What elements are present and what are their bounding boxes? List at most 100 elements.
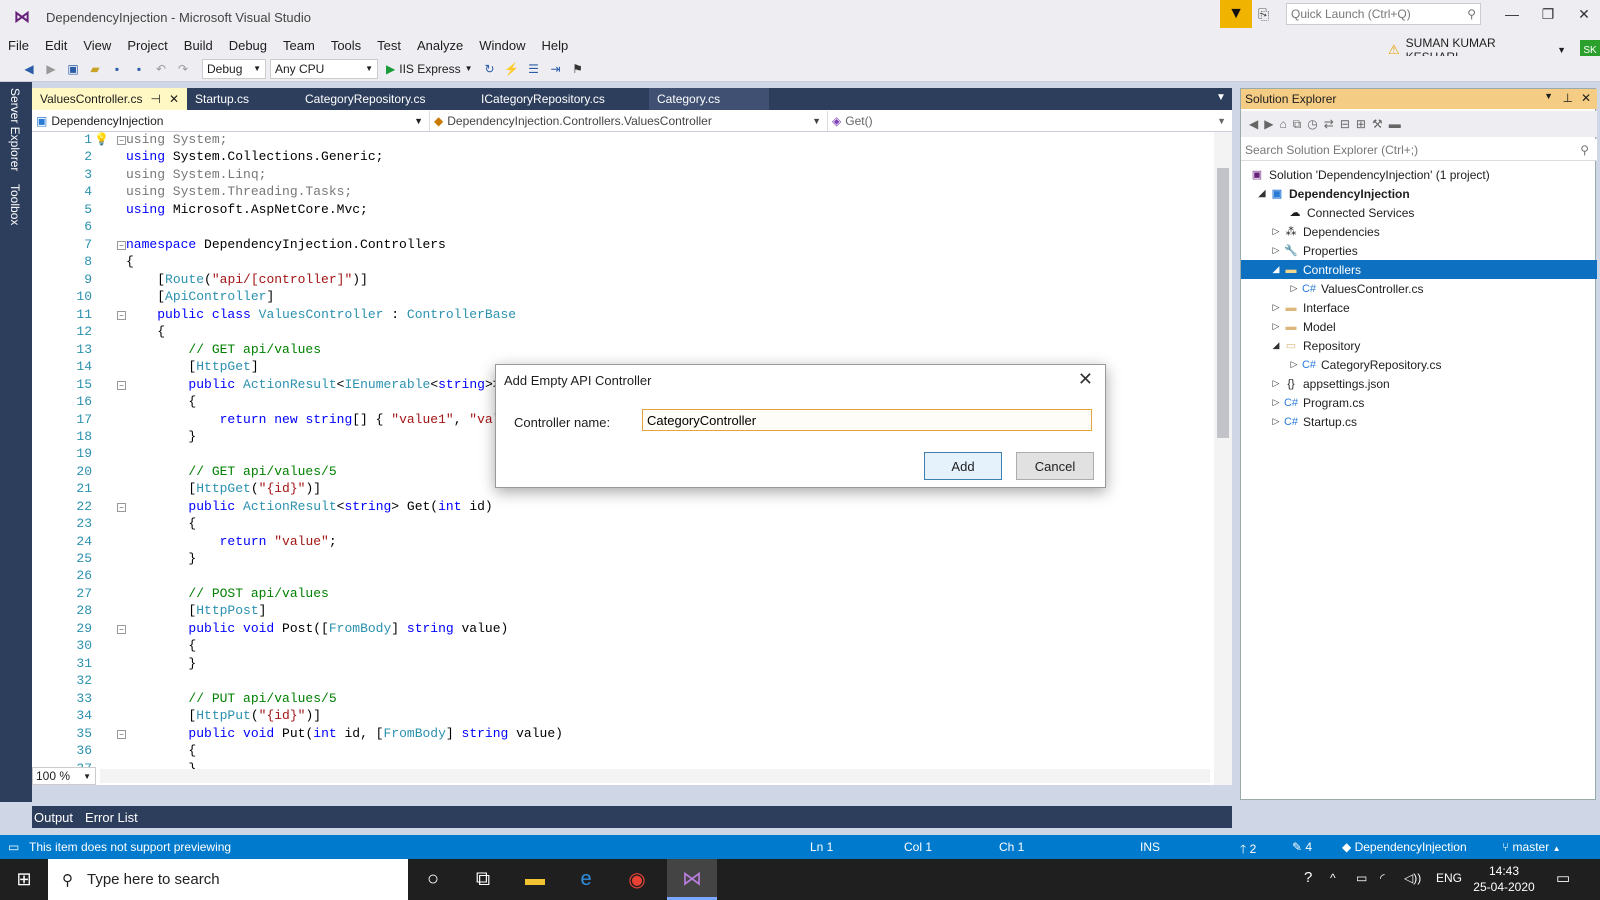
collapse-icon[interactable]: − (117, 136, 126, 145)
forward-icon[interactable]: ▶ (42, 60, 60, 78)
collapse-icon[interactable]: − (117, 730, 126, 739)
toolbox-tab[interactable]: Toolbox (8, 184, 22, 225)
history-icon[interactable]: ◷ (1307, 117, 1317, 131)
save-icon[interactable]: ▪ (108, 60, 126, 78)
tree-item-connected-services[interactable]: ☁ Connected Services (1241, 203, 1597, 222)
notification-filter-icon[interactable]: ▼ (1220, 0, 1252, 28)
open-file-icon[interactable]: ▰ (86, 60, 104, 78)
tree-item-model[interactable]: ▷ ▬ Model (1241, 317, 1597, 336)
server-explorer-tab[interactable]: Server Explorer (8, 88, 22, 171)
collapse-icon[interactable]: − (117, 503, 126, 512)
comment-icon[interactable]: ☰ (525, 60, 543, 78)
taskbar-search-input[interactable]: ⚲ Type here to search (48, 859, 408, 900)
tree-item-startup[interactable]: ▷ C# Startup.cs (1241, 412, 1597, 431)
wifi-icon[interactable]: ◜ (1380, 871, 1385, 885)
collapse-all-icon[interactable]: ⊟ (1340, 117, 1350, 131)
menu-tools[interactable]: Tools (323, 38, 369, 53)
tree-item-program[interactable]: ▷ C# Program.cs (1241, 393, 1597, 412)
browser-link-icon[interactable]: ⚡ (503, 60, 521, 78)
tree-item-controllers[interactable]: ◢ ▬ Controllers (1241, 260, 1597, 279)
branch-indicator[interactable]: ⑂ master ▲ (1502, 840, 1561, 854)
cortana-icon[interactable]: ○ (408, 859, 458, 900)
tab-valuescontroller[interactable]: ValuesController.cs ⊣ ✕ (32, 88, 188, 110)
tree-item-valuescontroller[interactable]: ▷ C# ValuesController.cs (1241, 279, 1597, 298)
collapsed-icon[interactable]: ▷ (1269, 226, 1283, 237)
pin-icon[interactable]: ⊥ (1563, 91, 1573, 105)
vertical-scrollbar[interactable] (1214, 132, 1232, 785)
menu-project[interactable]: Project (119, 38, 175, 53)
menu-test[interactable]: Test (369, 38, 409, 53)
unpushed-commits[interactable]: 🡑 2 (1240, 840, 1256, 861)
collapse-icon[interactable]: − (117, 311, 126, 320)
tree-item-dependencies[interactable]: ▷ ⁂ Dependencies (1241, 222, 1597, 241)
chevron-down-icon[interactable]: ▼ (1544, 91, 1553, 101)
tab-categoryrepository[interactable]: CategoryRepository.cs (297, 88, 473, 110)
forward-icon[interactable]: ▶ (1264, 117, 1273, 131)
lightbulb-icon[interactable]: 💡 (94, 132, 109, 146)
menu-window[interactable]: Window (471, 38, 533, 53)
pending-changes[interactable]: ✎ 4 (1292, 840, 1312, 854)
battery-icon[interactable]: ▭ (1356, 871, 1367, 885)
collapse-icon[interactable]: − (117, 241, 126, 250)
close-icon[interactable]: ✕ (1078, 369, 1093, 390)
tree-item-categoryrepository[interactable]: ▷ C# CategoryRepository.cs (1241, 355, 1597, 374)
platform-select[interactable]: Any CPU ▼ (270, 58, 378, 79)
expanded-icon[interactable]: ◢ (1255, 188, 1269, 199)
menu-view[interactable]: View (75, 38, 119, 53)
close-icon[interactable]: ✕ (169, 92, 179, 106)
visual-studio-icon[interactable]: ⋈ (667, 859, 717, 900)
tree-item-repository[interactable]: ◢ ▭ Repository (1241, 336, 1597, 355)
tree-item-solution[interactable]: ▣ Solution 'DependencyInjection' (1 proje… (1241, 165, 1597, 184)
menu-build[interactable]: Build (176, 38, 221, 53)
menu-file[interactable]: File (0, 38, 37, 53)
zoom-select[interactable]: 100 % ▼ (32, 767, 96, 785)
menu-edit[interactable]: Edit (37, 38, 75, 53)
chevron-up-icon[interactable]: ^ (1330, 871, 1336, 885)
tree-item-project[interactable]: ◢ ▣ DependencyInjection (1241, 184, 1597, 203)
volume-icon[interactable]: ◁)) (1404, 871, 1421, 885)
undo-icon[interactable]: ↶ (152, 60, 170, 78)
tab-category[interactable]: Category.cs (649, 88, 770, 110)
controller-name-input[interactable] (642, 409, 1092, 431)
close-icon[interactable]: ✕ (1581, 91, 1591, 105)
add-button[interactable]: Add (924, 452, 1002, 480)
tree-item-appsettings[interactable]: ▷ {} appsettings.json (1241, 374, 1597, 393)
chevron-down-icon[interactable]: ▼ (1216, 92, 1226, 103)
edge-icon[interactable]: e (561, 859, 611, 900)
indent-icon[interactable]: ⇥ (547, 60, 565, 78)
chrome-icon[interactable]: ◉ (612, 859, 662, 900)
scrollbar-thumb[interactable] (1217, 168, 1229, 438)
collapsed-icon[interactable]: ▷ (1269, 397, 1283, 408)
back-icon[interactable]: ◀ (1249, 117, 1258, 131)
back-icon[interactable]: ◀ (20, 60, 38, 78)
collapse-icon[interactable]: − (117, 381, 126, 390)
input-language[interactable]: ENG (1436, 871, 1462, 885)
expanded-icon[interactable]: ◢ (1269, 264, 1283, 275)
repository-indicator[interactable]: ◆ DependencyInjection (1342, 840, 1467, 854)
collapsed-icon[interactable]: ▷ (1269, 245, 1283, 256)
collapsed-icon[interactable]: ▷ (1269, 302, 1283, 313)
tree-item-interface[interactable]: ▷ ▬ Interface (1241, 298, 1597, 317)
member-select[interactable]: ◈ Get() ▼ (828, 111, 1232, 131)
collapse-icon[interactable]: − (117, 625, 126, 634)
minimize-button[interactable]: — (1494, 0, 1530, 28)
tree-item-properties[interactable]: ▷ 🔧 Properties (1241, 241, 1597, 260)
tab-icategoryrepository[interactable]: ICategoryRepository.cs (473, 88, 649, 110)
collapsed-icon[interactable]: ▷ (1269, 321, 1283, 332)
collapsed-icon[interactable]: ▷ (1287, 283, 1301, 294)
horizontal-scrollbar[interactable] (100, 769, 1210, 783)
home-icon[interactable]: ⌂ (1279, 117, 1286, 131)
new-project-icon[interactable]: ▣ (64, 60, 82, 78)
menu-analyze[interactable]: Analyze (409, 38, 471, 53)
run-button[interactable]: ▶ IIS Express ▼ (382, 62, 477, 76)
task-view-icon[interactable]: ⧉ (458, 859, 508, 900)
tab-startup[interactable]: Startup.cs (187, 88, 297, 110)
pin-icon[interactable]: ⊣ (151, 92, 161, 106)
switch-views-icon[interactable]: ⧉ (1293, 117, 1302, 132)
quick-launch-input[interactable]: Quick Launch (Ctrl+Q) ⚲ (1286, 3, 1481, 25)
collapsed-icon[interactable]: ▷ (1287, 359, 1301, 370)
preview-icon[interactable]: ▬ (1389, 117, 1401, 131)
show-all-files-icon[interactable]: ⊞ (1356, 117, 1366, 131)
redo-icon[interactable]: ↷ (174, 60, 192, 78)
file-explorer-icon[interactable]: ▬ (510, 859, 560, 900)
